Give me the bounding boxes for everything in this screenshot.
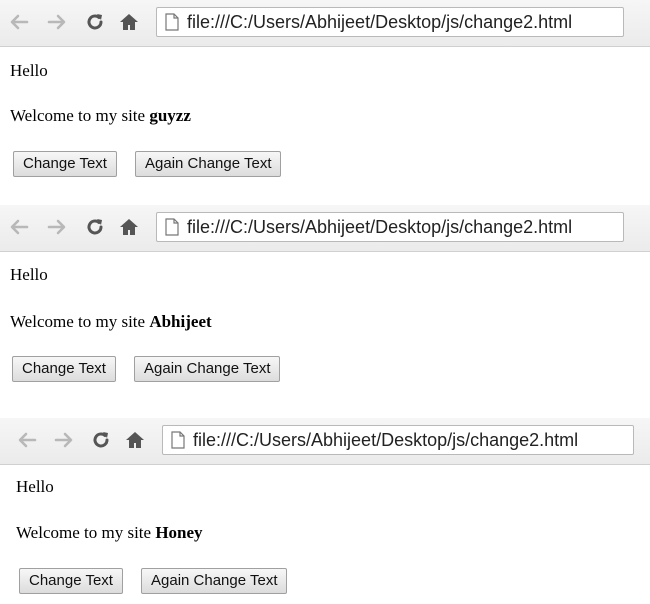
browser-window-3: file:///C:/Users/Abhijeet/Desktop/js/cha… bbox=[0, 418, 650, 594]
welcome-name: Honey bbox=[155, 523, 203, 542]
home-icon[interactable] bbox=[118, 11, 140, 33]
hello-text: Hello bbox=[10, 265, 48, 284]
url-text: file:///C:/Users/Abhijeet/Desktop/js/cha… bbox=[187, 11, 573, 32]
home-icon[interactable] bbox=[124, 429, 146, 451]
welcome-text: Welcome to my site Honey bbox=[16, 523, 203, 543]
again-change-text-button[interactable]: Again Change Text bbox=[135, 151, 282, 177]
again-change-text-button[interactable]: Again Change Text bbox=[134, 356, 281, 382]
welcome-text: Welcome to my site Abhijeet bbox=[10, 312, 212, 332]
address-bar[interactable]: file:///C:/Users/Abhijeet/Desktop/js/cha… bbox=[156, 212, 624, 242]
page-icon bbox=[165, 218, 179, 236]
change-text-button[interactable]: Change Text bbox=[13, 151, 117, 177]
address-bar[interactable]: file:///C:/Users/Abhijeet/Desktop/js/cha… bbox=[162, 425, 634, 455]
browser-toolbar: file:///C:/Users/Abhijeet/Desktop/js/cha… bbox=[0, 0, 650, 47]
welcome-name: Abhijeet bbox=[149, 312, 212, 331]
url-text: file:///C:/Users/Abhijeet/Desktop/js/cha… bbox=[187, 216, 573, 237]
hello-text: Hello bbox=[16, 477, 54, 496]
again-change-text-button[interactable]: Again Change Text bbox=[141, 568, 288, 594]
page-icon bbox=[165, 13, 179, 31]
hello-text: Hello bbox=[10, 61, 48, 80]
page-icon bbox=[171, 431, 185, 449]
reload-icon[interactable] bbox=[84, 11, 106, 33]
forward-arrow-icon[interactable] bbox=[53, 429, 75, 451]
home-icon[interactable] bbox=[118, 216, 140, 238]
browser-window-2: file:///C:/Users/Abhijeet/Desktop/js/cha… bbox=[0, 205, 650, 382]
forward-arrow-icon[interactable] bbox=[46, 216, 68, 238]
welcome-text: Welcome to my site guyzz bbox=[10, 106, 191, 126]
address-bar[interactable]: file:///C:/Users/Abhijeet/Desktop/js/cha… bbox=[156, 7, 624, 37]
back-arrow-icon[interactable] bbox=[16, 429, 38, 451]
reload-icon[interactable] bbox=[90, 429, 112, 451]
back-arrow-icon[interactable] bbox=[8, 216, 30, 238]
reload-icon[interactable] bbox=[84, 216, 106, 238]
welcome-prefix: Welcome to my site bbox=[10, 312, 150, 331]
url-text: file:///C:/Users/Abhijeet/Desktop/js/cha… bbox=[193, 429, 579, 450]
welcome-name: guyzz bbox=[149, 106, 191, 125]
browser-window-1: file:///C:/Users/Abhijeet/Desktop/js/cha… bbox=[0, 0, 650, 177]
change-text-button[interactable]: Change Text bbox=[12, 356, 116, 382]
forward-arrow-icon[interactable] bbox=[46, 11, 68, 33]
browser-toolbar: file:///C:/Users/Abhijeet/Desktop/js/cha… bbox=[0, 418, 650, 465]
back-arrow-icon[interactable] bbox=[8, 11, 30, 33]
welcome-prefix: Welcome to my site bbox=[16, 523, 156, 542]
browser-toolbar: file:///C:/Users/Abhijeet/Desktop/js/cha… bbox=[0, 205, 650, 252]
welcome-prefix: Welcome to my site bbox=[10, 106, 150, 125]
change-text-button[interactable]: Change Text bbox=[19, 568, 123, 594]
